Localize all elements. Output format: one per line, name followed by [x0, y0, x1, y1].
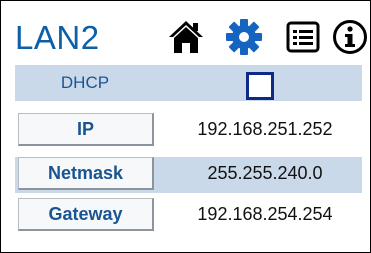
- lan2-panel: LAN2 DHCP IP 192.168.251.252 Netmask 255…: [0, 0, 371, 253]
- ip-row: IP 192.168.251.252: [15, 113, 362, 149]
- dhcp-checkbox[interactable]: [246, 72, 274, 100]
- dhcp-label: DHCP: [60, 73, 110, 92]
- netmask-button[interactable]: Netmask: [18, 157, 154, 190]
- netmask-value: 255.255.240.0: [207, 163, 323, 183]
- dhcp-row: DHCP: [15, 65, 362, 101]
- gateway-value: 192.168.254.254: [197, 204, 333, 224]
- gateway-row: Gateway 192.168.254.254: [15, 198, 362, 234]
- page-title: LAN2: [15, 19, 100, 56]
- gateway-button[interactable]: Gateway: [18, 198, 154, 231]
- info-icon[interactable]: [331, 18, 369, 56]
- gear-icon[interactable]: [225, 18, 263, 56]
- ip-value: 192.168.251.252: [197, 119, 333, 139]
- list-icon[interactable]: [284, 18, 322, 56]
- ip-button[interactable]: IP: [18, 113, 154, 146]
- home-icon[interactable]: [167, 18, 205, 56]
- netmask-row: Netmask 255.255.240.0: [15, 157, 362, 193]
